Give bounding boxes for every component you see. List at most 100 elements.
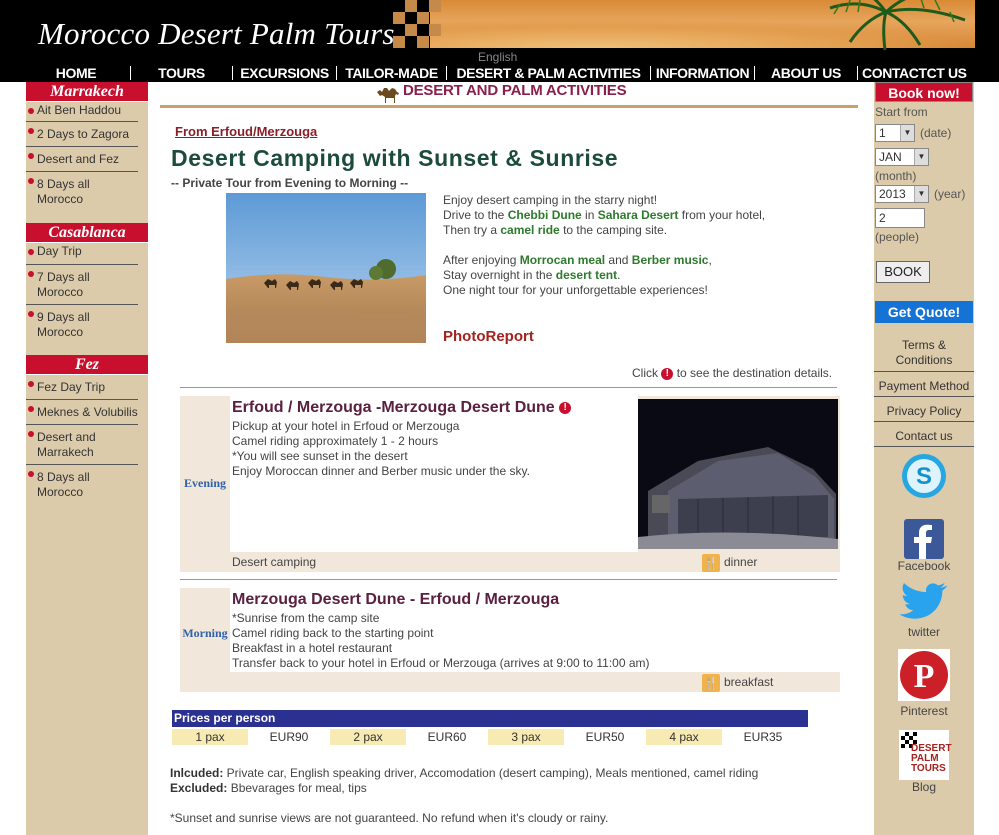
twitter-icon: [900, 583, 948, 619]
pinterest-label: Pinterest: [900, 704, 948, 718]
nav-information[interactable]: INFORMATION: [651, 64, 754, 82]
evening-accommodation: Desert camping: [232, 555, 317, 569]
palm-tree-icon: [829, 0, 966, 50]
start-from-label: Start from: [875, 105, 928, 119]
nav-contact-us[interactable]: CONTACTCT US: [858, 64, 967, 82]
left-item-desert-fez[interactable]: Desert and Fez: [26, 147, 138, 172]
left-item-day-trip[interactable]: Day Trip: [26, 243, 138, 265]
left-item-fez-day-trip[interactable]: Fez Day Trip: [26, 375, 138, 400]
payment-method-link[interactable]: Payment Method: [874, 376, 974, 397]
link-morrocan-meal[interactable]: Morrocan meal: [520, 253, 605, 267]
left-sidebar: Marrakech Ait Ben Haddou 2 Days to Zagor…: [26, 82, 148, 835]
fork-knife-icon: 🍴: [702, 673, 720, 692]
price-cell: EUR60: [427, 730, 467, 744]
book-button[interactable]: BOOK: [876, 261, 930, 283]
left-item-9days[interactable]: 9 Days all Morocco: [26, 305, 138, 344]
book-now-header[interactable]: Book now!: [875, 82, 973, 102]
pax-cell: 1 pax: [172, 729, 248, 745]
evening-title[interactable]: Erfoud / Merzouga -Merzouga Desert Dune …: [232, 399, 638, 417]
people-label: (people): [875, 230, 920, 244]
evening-details: Erfoud / Merzouga -Merzouga Desert Dune …: [230, 396, 638, 552]
evening-label: Evening: [183, 476, 226, 490]
nav-excursions[interactable]: EXCURSIONS: [233, 64, 336, 82]
main-nav: HOME TOURS EXCURSIONS TAILOR-MADE DESERT…: [22, 64, 982, 82]
link-chebbi-dune[interactable]: Chebbi Dune: [508, 208, 582, 222]
section-divider: [160, 105, 858, 108]
facebook-label: Facebook: [897, 559, 951, 573]
link-berber-music[interactable]: Berber music: [632, 253, 709, 267]
evening-meal: 🍴 dinner: [702, 553, 758, 572]
language-label[interactable]: English: [478, 50, 517, 64]
divider: [180, 387, 837, 388]
nav-about-us[interactable]: ABOUT US: [755, 64, 857, 82]
brand-title[interactable]: Morocco Desert Palm Tours: [38, 16, 395, 52]
divider: [180, 579, 837, 580]
camel-caravan-photo[interactable]: [226, 193, 426, 343]
blog-logo-text: DESERT PALM TOURS: [911, 743, 952, 774]
camel-icon: [377, 88, 399, 103]
left-item-8days-fez[interactable]: 8 Days all Morocco: [26, 465, 138, 504]
info-icon[interactable]: !: [559, 401, 572, 414]
left-item-meknes[interactable]: Meknes & Volubilis: [26, 400, 138, 425]
prices-header: Prices per person: [172, 710, 808, 727]
skype-link[interactable]: S: [874, 451, 974, 504]
left-item-zagora[interactable]: 2 Days to Zagora: [26, 122, 138, 147]
terms-link[interactable]: Terms & Conditions: [874, 335, 974, 372]
left-item-ait-ben-haddou[interactable]: Ait Ben Haddou: [26, 102, 138, 122]
desert-tent-photo[interactable]: [638, 399, 838, 549]
link-sahara-desert[interactable]: Sahara Desert: [598, 208, 679, 222]
page-title: Desert Camping with Sunset & Sunrise: [171, 145, 619, 171]
evening-block: Evening Erfoud / Merzouga -Merzouga Dese…: [180, 396, 840, 572]
photo-report-link[interactable]: PhotoReport: [443, 328, 534, 345]
pax-cell: 3 pax: [488, 729, 564, 745]
nav-home[interactable]: HOME: [22, 64, 130, 82]
pax-cell: 4 pax: [646, 729, 722, 745]
privacy-policy-link[interactable]: Privacy Policy: [874, 401, 974, 422]
chevron-down-icon: ▼: [914, 149, 928, 165]
get-quote-button[interactable]: Get Quote!: [875, 301, 973, 323]
morning-details: Merzouga Desert Dune - Erfoud / Merzouga…: [230, 588, 840, 672]
morning-line: Camel riding back to the starting point: [232, 626, 434, 640]
price-cell: EUR90: [269, 730, 309, 744]
year-select[interactable]: 2013 ▼: [875, 185, 929, 203]
nav-desert-palm-activities[interactable]: DESERT & PALM ACTIVITIES: [447, 64, 650, 82]
facebook-link[interactable]: Facebook: [874, 519, 974, 573]
twitter-link[interactable]: twitter: [874, 581, 974, 639]
blog-link[interactable]: DESERT PALM TOURS Blog: [874, 730, 974, 794]
date-select[interactable]: 1 ▼: [875, 124, 915, 142]
from-erfoud-link[interactable]: From Erfoud/Merzouga: [175, 124, 317, 139]
svg-text:S: S: [916, 463, 932, 490]
month-select[interactable]: JAN ▼: [875, 148, 929, 166]
left-item-desert-marrakech[interactable]: Desert and Marrakech: [26, 425, 138, 465]
blog-label: Blog: [911, 780, 937, 794]
link-desert-tent[interactable]: desert tent: [556, 268, 617, 282]
evening-line: *You will see sunset in the desert: [232, 449, 408, 463]
city-fez: Fez: [26, 355, 148, 375]
main-content: DESERT AND PALM ACTIVITIES From Erfoud/M…: [160, 82, 860, 835]
pinterest-link[interactable]: P Pinterest: [874, 649, 974, 718]
morning-footer: 🍴 breakfast: [230, 672, 840, 692]
nav-tours[interactable]: TOURS: [131, 64, 232, 82]
facebook-icon: [904, 519, 944, 559]
pax-cell: 2 pax: [330, 729, 406, 745]
left-item-7days[interactable]: 7 Days all Morocco: [26, 265, 138, 305]
pinterest-icon: P: [898, 649, 950, 701]
city-marrakech: Marrakech: [26, 82, 148, 102]
morning-meal: 🍴 breakfast: [702, 673, 774, 692]
link-camel-ride[interactable]: camel ride: [500, 223, 559, 237]
prices-table: Prices per person 1 pax EUR90 2 pax EUR6…: [172, 710, 808, 745]
fork-knife-icon: 🍴: [702, 553, 720, 572]
click-note: Click ! to see the destination details.: [632, 366, 833, 380]
included-excluded: Inlcuded: Private car, English speaking …: [170, 766, 759, 795]
evening-line: Enjoy Moroccan dinner and Berber music u…: [232, 464, 530, 478]
people-input[interactable]: 2: [875, 208, 925, 228]
site-header: Morocco Desert Palm Tours English HOME T…: [0, 0, 999, 82]
contact-us-link[interactable]: Contact us: [874, 426, 974, 447]
morning-line: *Sunrise from the camp site: [232, 611, 380, 625]
page-subtitle: -- Private Tour from Evening to Morning …: [171, 176, 409, 190]
morning-line: Breakfast in a hotel restaurant: [232, 641, 393, 655]
left-item-8days-marrakech[interactable]: 8 Days all Morocco: [26, 172, 138, 211]
date-label: (date): [920, 126, 952, 140]
morning-label: Morning: [182, 626, 228, 640]
nav-tailor-made[interactable]: TAILOR-MADE: [337, 64, 446, 82]
